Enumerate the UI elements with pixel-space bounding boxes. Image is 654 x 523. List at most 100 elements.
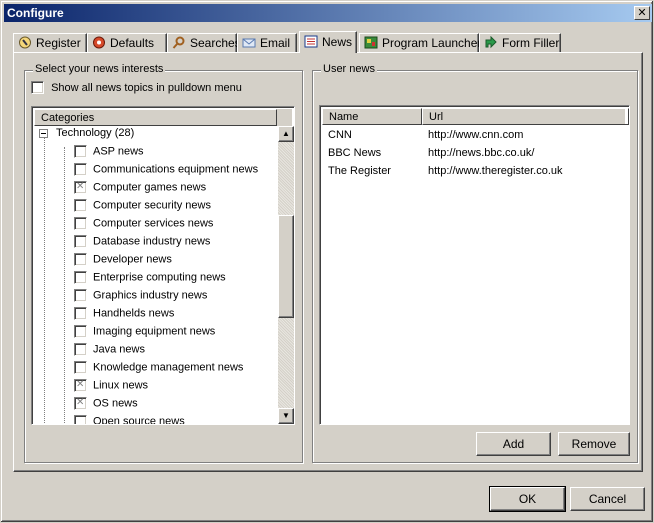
tree-item-label: Imaging equipment news <box>93 325 216 338</box>
searches-icon <box>172 36 186 49</box>
tree-item-label: Enterprise computing news <box>93 271 226 284</box>
tree-item-checkbox[interactable] <box>74 235 87 248</box>
tree-item[interactable]: Communications equipment news <box>74 163 258 181</box>
tree-item-label: Open source news <box>93 415 185 425</box>
tab-email[interactable]: Email <box>237 33 297 52</box>
tree-item-label: Developer news <box>93 253 172 266</box>
news-row-name: The Register <box>328 165 391 177</box>
tree-item[interactable]: Knowledge management news <box>74 361 243 379</box>
tree-item-checkbox[interactable] <box>74 217 87 230</box>
tree-item-checkbox[interactable] <box>74 307 87 320</box>
tree-item-label: Communications equipment news <box>93 163 259 176</box>
tree-item[interactable]: Enterprise computing news <box>74 271 226 289</box>
tree-item-checkbox[interactable] <box>74 253 87 266</box>
tree-item-label: Computer security news <box>93 199 211 212</box>
tree-item[interactable]: Computer security news <box>74 199 211 217</box>
tree-item[interactable]: Handhelds news <box>74 307 174 325</box>
tree-item[interactable]: Graphics industry news <box>74 289 207 307</box>
tree-item-label: Graphics industry news <box>93 289 208 302</box>
tree-item-checkbox[interactable] <box>74 343 87 356</box>
news-row[interactable]: BBC News http://news.bbc.co.uk/ <box>320 145 620 163</box>
tab-form-filler[interactable]: Form Filler <box>479 33 561 52</box>
tree-item[interactable]: ASP news <box>74 145 144 163</box>
tab-label: Email <box>260 36 291 50</box>
tree-item-checkbox[interactable] <box>74 181 87 194</box>
window-title: Configure <box>7 6 64 20</box>
tab-news[interactable]: News <box>299 31 357 53</box>
name-column-header[interactable]: Name <box>322 108 422 125</box>
tree-item-label: Knowledge management news <box>93 361 244 374</box>
tree-line <box>64 147 65 424</box>
news-interests-group: Select your news interests Show all news… <box>24 63 303 463</box>
scroll-up-icon[interactable]: ▲ <box>278 126 294 142</box>
news-row[interactable]: CNN http://www.cnn.com <box>320 127 620 145</box>
tree-item-label: Computer games news <box>93 181 207 194</box>
tree-item-checkbox[interactable] <box>74 271 87 284</box>
tree-item-checkbox[interactable] <box>74 145 87 158</box>
tree-item[interactable]: Computer games news <box>74 181 206 199</box>
tree-item-checkbox[interactable] <box>74 163 87 176</box>
group-legend: Select your news interests <box>33 63 166 75</box>
tree-item-label: Java news <box>93 343 145 356</box>
news-row-name: BBC News <box>328 147 382 159</box>
title-bar[interactable]: Configure ✕ <box>4 4 652 22</box>
news-tab-panel: Select your news interests Show all news… <box>13 52 643 472</box>
news-row-url: http://news.bbc.co.uk/ <box>428 147 535 159</box>
tab-register[interactable]: Register <box>13 33 87 52</box>
tab-label: News <box>322 35 353 49</box>
scroll-down-icon[interactable]: ▼ <box>278 408 294 424</box>
url-column-header[interactable]: Url <box>422 108 629 125</box>
ok-button[interactable]: OK <box>489 486 566 512</box>
tree-item[interactable]: OS news <box>74 397 138 415</box>
scroll-thumb[interactable] <box>278 215 294 318</box>
tree-item-checkbox[interactable] <box>74 379 87 392</box>
tree-item-checkbox[interactable] <box>74 289 87 302</box>
remove-button[interactable]: Remove <box>558 432 630 456</box>
tree-item[interactable]: Database industry news <box>74 235 210 253</box>
tab-label: Program Launcher <box>382 36 482 50</box>
email-icon <box>242 36 256 49</box>
tree-item[interactable]: Computer services news <box>74 217 213 235</box>
program-launcher-icon <box>364 36 378 49</box>
configure-window: Configure ✕ Register Defaults Searches E… <box>0 0 654 523</box>
categories-tree[interactable]: Categories Technology (28) ASP news Commu… <box>31 106 295 425</box>
tab-searches[interactable]: Searches <box>167 33 241 52</box>
categories-column-header[interactable]: Categories <box>34 109 277 126</box>
user-news-list[interactable]: Name Url CNN http://www.cnn.com BBC News ht… <box>319 105 630 425</box>
register-icon <box>18 36 32 49</box>
news-icon <box>304 35 318 48</box>
show-all-option[interactable]: Show all news topics in pulldown menu <box>31 81 242 94</box>
group-legend: User news <box>321 63 377 75</box>
tree-item-checkbox[interactable] <box>74 361 87 374</box>
add-button[interactable]: Add <box>476 432 551 456</box>
show-all-checkbox[interactable] <box>31 81 44 94</box>
collapse-icon[interactable] <box>39 128 48 138</box>
tree-item-checkbox[interactable] <box>74 199 87 212</box>
categories-header: Categories <box>34 109 292 126</box>
tree-item-checkbox[interactable] <box>74 397 87 410</box>
tree-parent-label: Technology (28) <box>56 127 135 140</box>
tree-item-checkbox[interactable] <box>74 325 87 338</box>
news-row[interactable]: The Register http://www.theregister.co.uk <box>320 163 620 181</box>
tree-item[interactable]: Open source news <box>74 415 185 425</box>
tab-label: Defaults <box>110 36 155 50</box>
tree-item-label: Linux news <box>93 379 149 392</box>
tree-parent-technology[interactable]: Technology (28) <box>39 127 134 145</box>
tab-label: Searches <box>190 36 241 50</box>
categories-scrollbar[interactable]: ▲ ▼ <box>278 126 294 424</box>
news-row-name: CNN <box>328 129 352 141</box>
tree-item-checkbox[interactable] <box>74 415 87 424</box>
tree-item[interactable]: Linux news <box>74 379 148 397</box>
tab-defaults[interactable]: Defaults <box>87 33 167 52</box>
tree-item[interactable]: Developer news <box>74 253 172 271</box>
tree-item-label: Database industry news <box>93 235 211 248</box>
tree-item[interactable]: Java news <box>74 343 145 361</box>
tree-item[interactable]: Imaging equipment news <box>74 325 215 343</box>
tab-program-launcher[interactable]: Program Launcher <box>359 33 482 52</box>
close-icon[interactable]: ✕ <box>634 6 650 20</box>
tab-label: Register <box>36 36 81 50</box>
tree-item-label: Computer services news <box>93 217 214 230</box>
show-all-label: Show all news topics in pulldown menu <box>51 81 242 94</box>
cancel-button[interactable]: Cancel <box>570 487 645 511</box>
tree-line <box>44 135 45 424</box>
